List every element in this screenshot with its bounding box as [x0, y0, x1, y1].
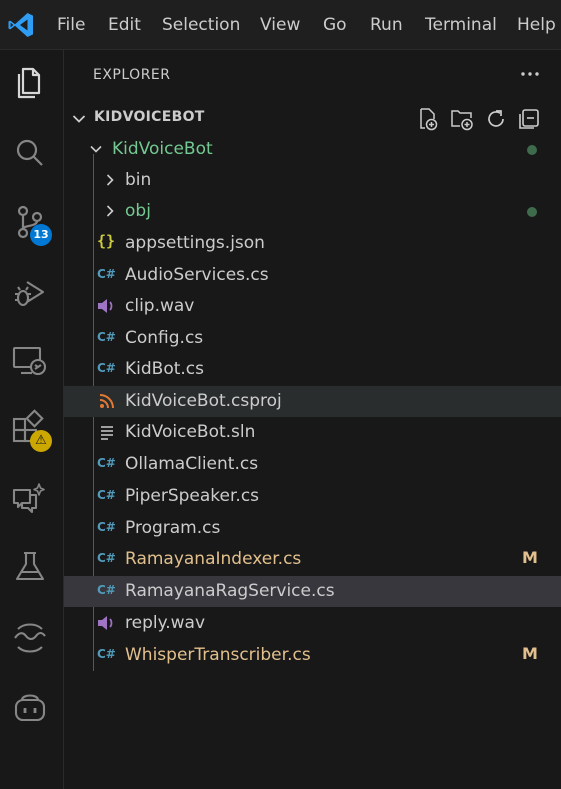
- remote-explorer-icon[interactable]: [8, 339, 52, 383]
- source-control-badge: 13: [30, 224, 52, 246]
- tree-file-program-cs[interactable]: C# Program.cs: [64, 513, 561, 544]
- collapse-all-icon[interactable]: [517, 106, 543, 132]
- tree-item-label: RamayanaIndexer.cs: [125, 549, 302, 569]
- csharp-file-icon: C#: [97, 551, 116, 565]
- csharp-file-icon: C#: [97, 488, 116, 502]
- menu-terminal[interactable]: Terminal: [425, 14, 497, 36]
- tree-file-ollamaclient-cs[interactable]: C# OllamaClient.cs: [64, 449, 561, 480]
- wave-extension-icon[interactable]: [8, 617, 52, 661]
- tree-file-config-cs[interactable]: C# Config.cs: [64, 323, 561, 354]
- tree-item-label: reply.wav: [125, 613, 206, 633]
- tree-item-label: RamayanaRagService.cs: [125, 581, 335, 601]
- tree-file-clip-wav[interactable]: clip.wav: [64, 291, 561, 322]
- git-untracked-dot: [527, 145, 537, 155]
- activity-bar: 13 ⚠: [0, 50, 64, 789]
- menu-selection[interactable]: Selection: [162, 14, 240, 36]
- git-untracked-dot: [527, 207, 537, 217]
- refresh-icon[interactable]: [483, 106, 509, 132]
- tree-item-label: bin: [125, 170, 152, 190]
- chevron-down-icon: [72, 115, 86, 123]
- tree-file-piperspeaker-cs[interactable]: C# PiperSpeaker.cs: [64, 481, 561, 512]
- audio-file-icon: [98, 299, 113, 313]
- tree-file-ramayanaragservice-cs[interactable]: C# RamayanaRagService.cs: [64, 576, 561, 607]
- tree-item-label: WhisperTranscriber.cs: [125, 645, 311, 665]
- tree-item-label: AudioServices.cs: [125, 265, 269, 285]
- tree-file-kidvoicebot-csproj[interactable]: KidVoiceBot.csproj: [64, 386, 561, 417]
- tree-item-label: KidBot.cs: [125, 359, 204, 379]
- menu-go[interactable]: Go: [323, 14, 347, 36]
- copilot-icon[interactable]: [8, 686, 52, 730]
- csharp-file-icon: C#: [97, 583, 116, 597]
- menu-edit[interactable]: Edit: [108, 14, 141, 36]
- tree-item-label: KidVoiceBot.csproj: [125, 391, 282, 411]
- csharp-file-icon: C#: [97, 456, 116, 470]
- csharp-file-icon: C#: [97, 267, 116, 281]
- explorer-title: EXPLORER: [93, 67, 171, 83]
- tree-folder-root[interactable]: KidVoiceBot: [64, 134, 561, 165]
- workspace-title: KIDVOICEBOT: [94, 109, 205, 125]
- tree-item-label: clip.wav: [125, 296, 195, 316]
- menu-file[interactable]: File: [57, 14, 85, 36]
- menu-view[interactable]: View: [260, 14, 300, 36]
- chat-icon[interactable]: [8, 477, 52, 521]
- git-modified-badge: M: [522, 644, 538, 663]
- tree-file-kidvoicebot-sln[interactable]: KidVoiceBot.sln: [64, 417, 561, 448]
- chevron-right-icon: [106, 174, 114, 186]
- tree-item-label: appsettings.json: [125, 233, 265, 253]
- csharp-file-icon: C#: [97, 520, 116, 534]
- explorer-sidebar: EXPLORER KIDVOICEBOT KidVoiceBot bin obj…: [64, 50, 561, 789]
- new-file-icon[interactable]: [415, 106, 441, 132]
- explorer-icon[interactable]: [8, 60, 52, 104]
- tree-file-whispertranscriber-cs[interactable]: C# WhisperTranscriber.cs M: [64, 640, 561, 671]
- csharp-file-icon: C#: [97, 647, 116, 661]
- tree-file-audioservices-cs[interactable]: C# AudioServices.cs: [64, 260, 561, 291]
- more-actions-icon[interactable]: [518, 62, 542, 86]
- tree-folder-bin[interactable]: bin: [64, 165, 561, 196]
- tree-file-kidbot-cs[interactable]: C# KidBot.cs: [64, 354, 561, 385]
- git-modified-badge: M: [522, 548, 538, 567]
- chevron-down-icon: [90, 145, 102, 153]
- csharp-file-icon: C#: [97, 330, 116, 344]
- vscode-logo-icon[interactable]: [6, 10, 36, 40]
- tree-file-ramayanaindexer-cs[interactable]: C# RamayanaIndexer.cs M: [64, 544, 561, 575]
- workspace-section-header[interactable]: KIDVOICEBOT: [64, 106, 561, 134]
- rss-file-icon: [99, 394, 114, 409]
- tree-file-appsettings-json[interactable]: {} appsettings.json: [64, 228, 561, 259]
- title-bar: File Edit Selection View Go Run Terminal…: [0, 0, 561, 50]
- search-icon[interactable]: [8, 131, 52, 175]
- tree-file-reply-wav[interactable]: reply.wav: [64, 608, 561, 639]
- text-file-icon: [101, 426, 113, 440]
- json-file-icon: {}: [97, 232, 116, 250]
- tree-item-label: Program.cs: [125, 518, 221, 538]
- menu-run[interactable]: Run: [370, 14, 403, 36]
- tree-folder-obj[interactable]: obj: [64, 196, 561, 227]
- tree-item-label: obj: [125, 201, 151, 221]
- run-debug-icon[interactable]: [8, 272, 52, 316]
- tree-item-label: PiperSpeaker.cs: [125, 486, 260, 506]
- testing-flask-icon[interactable]: [8, 545, 52, 589]
- csharp-file-icon: C#: [97, 361, 116, 375]
- extensions-warning-badge: ⚠: [30, 430, 52, 452]
- tree-item-label: KidVoiceBot: [112, 139, 213, 159]
- tree-item-label: OllamaClient.cs: [125, 454, 259, 474]
- tree-item-label: Config.cs: [125, 328, 204, 348]
- menu-help[interactable]: Help: [517, 14, 556, 36]
- chevron-right-icon: [106, 205, 114, 217]
- new-folder-icon[interactable]: [449, 106, 475, 132]
- audio-file-icon: [98, 616, 113, 630]
- tree-item-label: KidVoiceBot.sln: [125, 422, 256, 442]
